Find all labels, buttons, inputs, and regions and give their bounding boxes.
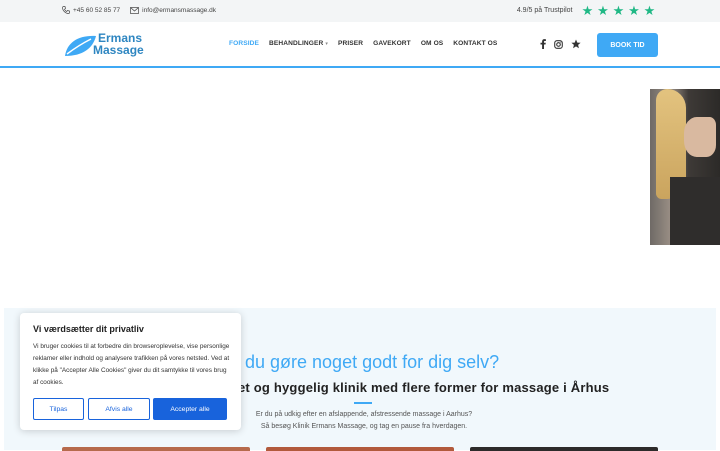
star-icon: ★: [643, 3, 656, 18]
nav-label: FORSIDE: [229, 40, 260, 47]
nav-item-kontakt-os[interactable]: KONTAKT OS: [453, 40, 497, 47]
main-header: Ermans Massage FORSIDE BEHANDLINGER ▾ PRI…: [0, 22, 720, 68]
phone-icon: [62, 6, 70, 14]
social-links: [540, 39, 589, 49]
top-bar: +45 60 52 85 77 info@ermansmassage.dk 4.…: [0, 0, 720, 22]
treatment-card[interactable]: [62, 447, 250, 451]
accept-all-button[interactable]: Accepter alle: [153, 398, 227, 420]
facebook-icon[interactable]: [540, 39, 546, 49]
nav-label: BEHANDLINGER: [269, 40, 324, 47]
instagram-icon[interactable]: [554, 39, 563, 49]
site-logo[interactable]: Ermans Massage: [63, 32, 153, 60]
intro-heading: il du gøre noget godt for dig selv?: [232, 352, 500, 372]
mail-icon: [130, 6, 140, 14]
nav-label: PRISER: [337, 40, 364, 47]
chevron-down-icon: ▾: [325, 40, 328, 47]
nav-item-forside[interactable]: FORSIDE: [229, 40, 259, 47]
heading-divider: [354, 402, 372, 404]
nav-item-behandlinger[interactable]: BEHANDLINGER ▾: [269, 40, 328, 47]
star-icon[interactable]: [571, 39, 581, 49]
contact-info: +45 60 52 85 77 info@ermansmassage.dk: [62, 6, 226, 14]
intro-subheading: et og hyggelig klinik med flere former f…: [238, 380, 610, 395]
nav-item-gavekort[interactable]: GAVEKORT: [373, 40, 411, 47]
intro-paragraph-line: Så besøg Klinik Ermans Massage, og tag e…: [260, 423, 468, 430]
cookie-consent-dialog: Vi værdsætter dit privatliv Vi bruger co…: [20, 313, 241, 430]
cookie-text: Vi bruger cookies til at forbedre din br…: [33, 343, 230, 386]
main-nav: FORSIDE BEHANDLINGER ▾ PRISER GAVEKORT OM…: [229, 40, 507, 47]
treatment-card[interactable]: [266, 447, 454, 451]
nav-label: OM OS: [420, 40, 444, 47]
intro-paragraph: Er du på udkig efter en afslappende, afs…: [234, 409, 494, 433]
rating-text: 4.9/5 på Trustpilot: [516, 7, 573, 14]
book-appointment-button[interactable]: BOOK TID: [597, 33, 658, 57]
trustpilot-rating[interactable]: 4.9/5 på Trustpilot ★ ★ ★ ★ ★: [517, 4, 656, 17]
hero-image-face: [684, 117, 716, 157]
treatment-card[interactable]: [470, 447, 658, 451]
nav-item-om-os[interactable]: OM OS: [421, 40, 443, 47]
nav-label: GAVEKORT: [373, 40, 411, 47]
star-icon: ★: [597, 3, 609, 18]
rating-stars: ★ ★ ★ ★ ★: [579, 4, 657, 17]
star-icon: ★: [628, 3, 640, 18]
phone-link[interactable]: +45 60 52 85 77: [62, 6, 120, 14]
hero-image-coat: [670, 177, 720, 245]
reject-all-button[interactable]: Afvis alle: [88, 398, 150, 420]
customize-cookies-button[interactable]: Tilpas: [33, 398, 84, 420]
nav-label: KONTAKT OS: [453, 40, 498, 47]
hero-image: [650, 89, 720, 245]
intro-paragraph-line: Er du på udkig efter en afslappende, afs…: [255, 411, 473, 418]
nav-item-priser[interactable]: PRISER: [338, 40, 363, 47]
phone-number: +45 60 52 85 77: [73, 6, 121, 14]
hero-banner: [0, 68, 720, 308]
cookie-title: Vi værdsætter dit privatliv: [33, 324, 144, 334]
logo-text-massage: Massage: [93, 43, 144, 57]
leaf-logo-icon: [65, 35, 96, 56]
star-icon: ★: [581, 3, 594, 18]
email-address: info@ermansmassage.dk: [142, 6, 216, 14]
email-link[interactable]: info@ermansmassage.dk: [130, 7, 216, 14]
star-icon: ★: [612, 3, 625, 18]
